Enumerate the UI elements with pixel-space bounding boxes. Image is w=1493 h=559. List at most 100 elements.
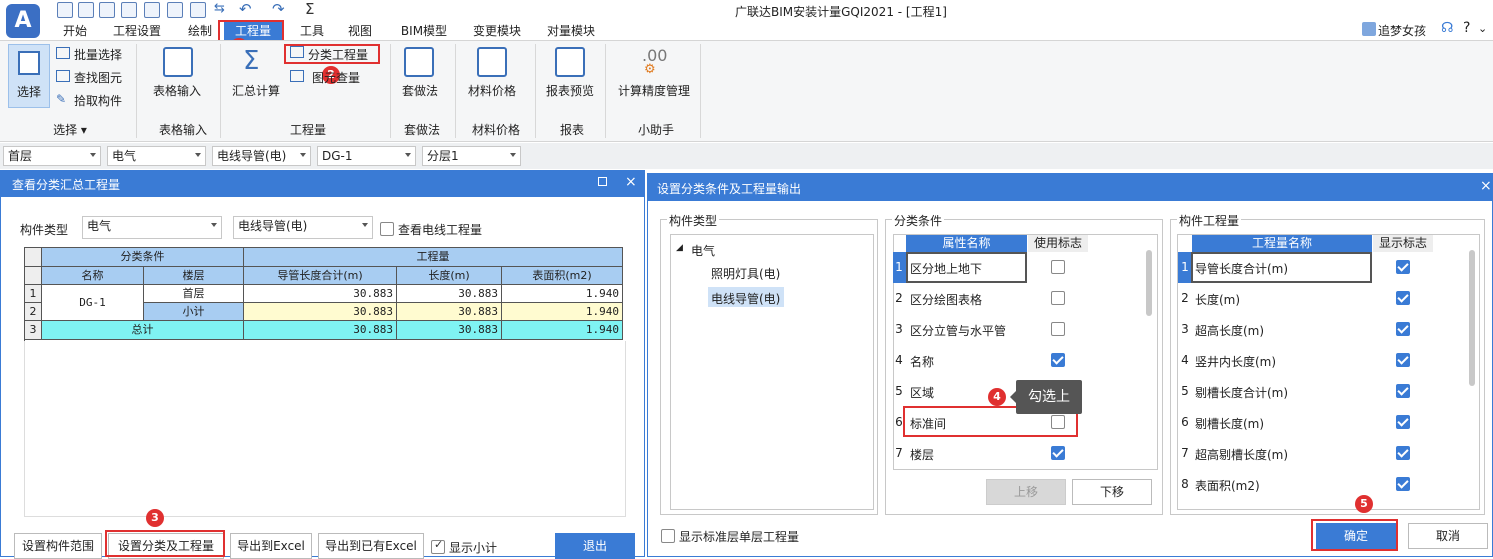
cell-pipe-length[interactable]: 30.883 [244,321,397,340]
tab-change-module[interactable]: 变更模块 [466,22,528,40]
cell-area[interactable]: 1.940 [502,303,623,321]
cancel-button[interactable]: 取消 [1408,523,1488,549]
view-wire-checkbox[interactable] [380,222,394,236]
tree-expand-icon[interactable]: ◢ [676,243,683,253]
precision-manage-button[interactable]: 计算精度管理 [618,82,690,99]
sum-calc-button[interactable]: 汇总计算 [232,82,280,99]
cond-name[interactable]: 区分绘图表格 [910,291,982,308]
layer-select[interactable]: 分层1 [422,146,521,166]
redo-icon[interactable]: ↷ [272,0,285,18]
tree-item-lighting[interactable]: 照明灯具(电) [711,265,780,282]
cell-area[interactable]: 1.940 [502,285,623,303]
sum-icon[interactable]: Σ [305,0,314,18]
std-floor-checkbox[interactable] [661,529,675,543]
cell-name[interactable]: DG-1 [42,285,144,321]
batch-select-button[interactable]: 批量选择 [74,46,122,63]
undo-icon[interactable]: ↶ [239,0,252,18]
cad-icon[interactable] [144,2,160,18]
import-icon[interactable]: ⇆ [214,1,225,16]
group-label-select[interactable]: 选择 ▾ [40,121,100,138]
cond-flag-checkbox[interactable] [1051,291,1065,305]
copy-icon[interactable] [190,2,206,18]
comp-major-select[interactable]: 电气 [82,216,222,239]
set-scope-button[interactable]: 设置构件范围 [14,533,102,559]
open-file-icon[interactable] [78,2,94,18]
new-file-icon[interactable] [57,2,73,18]
tree-item-conduit[interactable]: 电线导管(电) [711,290,780,307]
cond-name[interactable]: 区域 [910,384,934,401]
tab-bim-model[interactable]: BIM模型 [392,22,456,40]
qty-flag-checkbox[interactable] [1396,477,1410,491]
save-icon[interactable] [99,2,115,18]
qty-flag-checkbox[interactable] [1396,446,1410,460]
qty-name[interactable]: 导管长度合计(m) [1195,260,1288,277]
help-icon[interactable]: ? [1463,20,1470,36]
tree-root[interactable]: 电气 [691,242,715,259]
qty-name[interactable]: 竖井内长度(m) [1195,353,1276,370]
material-price-button[interactable]: 材料价格 [468,82,516,99]
cell-total-label[interactable]: 总计 [42,321,244,340]
app-logo-icon[interactable]: A [6,4,40,38]
cell-area[interactable]: 1.940 [502,321,623,340]
pdf-icon[interactable] [167,2,183,18]
cell-floor[interactable]: 首层 [144,285,244,303]
tab-view[interactable]: 视图 [340,22,380,40]
qty-scrollbar[interactable] [1469,250,1475,386]
cell-length[interactable]: 30.883 [397,303,502,321]
cond-scrollbar[interactable] [1146,250,1152,316]
user-name[interactable]: 追梦女孩 [1378,22,1426,39]
pick-component-button[interactable]: 拾取构件 [74,92,122,109]
report-icon[interactable] [121,2,137,18]
tab-project-settings[interactable]: 工程设置 [107,22,167,40]
cond-flag-checkbox[interactable] [1051,322,1065,336]
exit-button[interactable]: 退出 [555,533,635,559]
cond-name[interactable]: 名称 [910,353,934,370]
qty-name[interactable]: 剔槽长度(m) [1195,415,1264,432]
qty-flag-checkbox[interactable] [1396,260,1410,274]
table-input-button[interactable]: 表格输入 [153,82,201,99]
qty-name[interactable]: 表面积(m2) [1195,477,1260,494]
qty-flag-checkbox[interactable] [1396,322,1410,336]
cell-subtotal-label[interactable]: 小计 [144,303,244,321]
qty-flag-checkbox[interactable] [1396,291,1410,305]
find-element-button[interactable]: 查找图元 [74,69,122,86]
chevron-down-icon[interactable]: ⌄ [1478,22,1487,35]
user-avatar-icon[interactable] [1362,22,1376,36]
apply-method-button[interactable]: 套做法 [402,82,438,99]
cond-name[interactable]: 楼层 [910,446,934,463]
dialog-close-icon[interactable]: × [1480,178,1492,194]
qty-name[interactable]: 长度(m) [1195,291,1240,308]
qty-name[interactable]: 剔槽长度合计(m) [1195,384,1288,401]
cond-name[interactable]: 区分立管与水平管 [910,322,1006,339]
close-icon[interactable]: × [625,174,637,190]
cell-length[interactable]: 30.883 [397,285,502,303]
cell-length[interactable]: 30.883 [397,321,502,340]
select-button[interactable]: 选择 [8,44,50,108]
move-down-button[interactable]: 下移 [1072,479,1152,505]
floor-select[interactable]: 首层 [3,146,101,166]
tab-start[interactable]: 开始 [55,22,95,40]
cell-pipe-length[interactable]: 30.883 [244,303,397,321]
cond-flag-checkbox[interactable] [1051,353,1065,367]
export-existing-excel-button[interactable]: 导出到已有Excel [318,533,424,559]
report-preview-button[interactable]: 报表预览 [546,82,594,99]
graph-query-button[interactable]: 图元查量 [308,69,360,86]
cond-flag-checkbox[interactable] [1051,446,1065,460]
maximize-icon[interactable] [598,177,607,186]
qty-flag-checkbox[interactable] [1396,353,1410,367]
cell-pipe-length[interactable]: 30.883 [244,285,397,303]
tab-compare-module[interactable]: 对量模块 [540,22,602,40]
headset-icon[interactable]: ☊ [1441,20,1453,36]
qty-name[interactable]: 超高剔槽长度(m) [1195,446,1288,463]
qty-flag-checkbox[interactable] [1396,384,1410,398]
component-select[interactable]: DG-1 [317,146,416,166]
cond-flag-checkbox[interactable] [1051,260,1065,274]
tab-draw[interactable]: 绘制 [180,22,220,40]
comp-type-select[interactable]: 电线导管(电) [233,216,373,239]
type-select[interactable]: 电线导管(电) [212,146,311,166]
export-excel-button[interactable]: 导出到Excel [230,533,312,559]
cond-name[interactable]: 区分地上地下 [910,260,982,277]
qty-flag-checkbox[interactable] [1396,415,1410,429]
tab-tools[interactable]: 工具 [292,22,332,40]
qty-name[interactable]: 超高长度(m) [1195,322,1264,339]
